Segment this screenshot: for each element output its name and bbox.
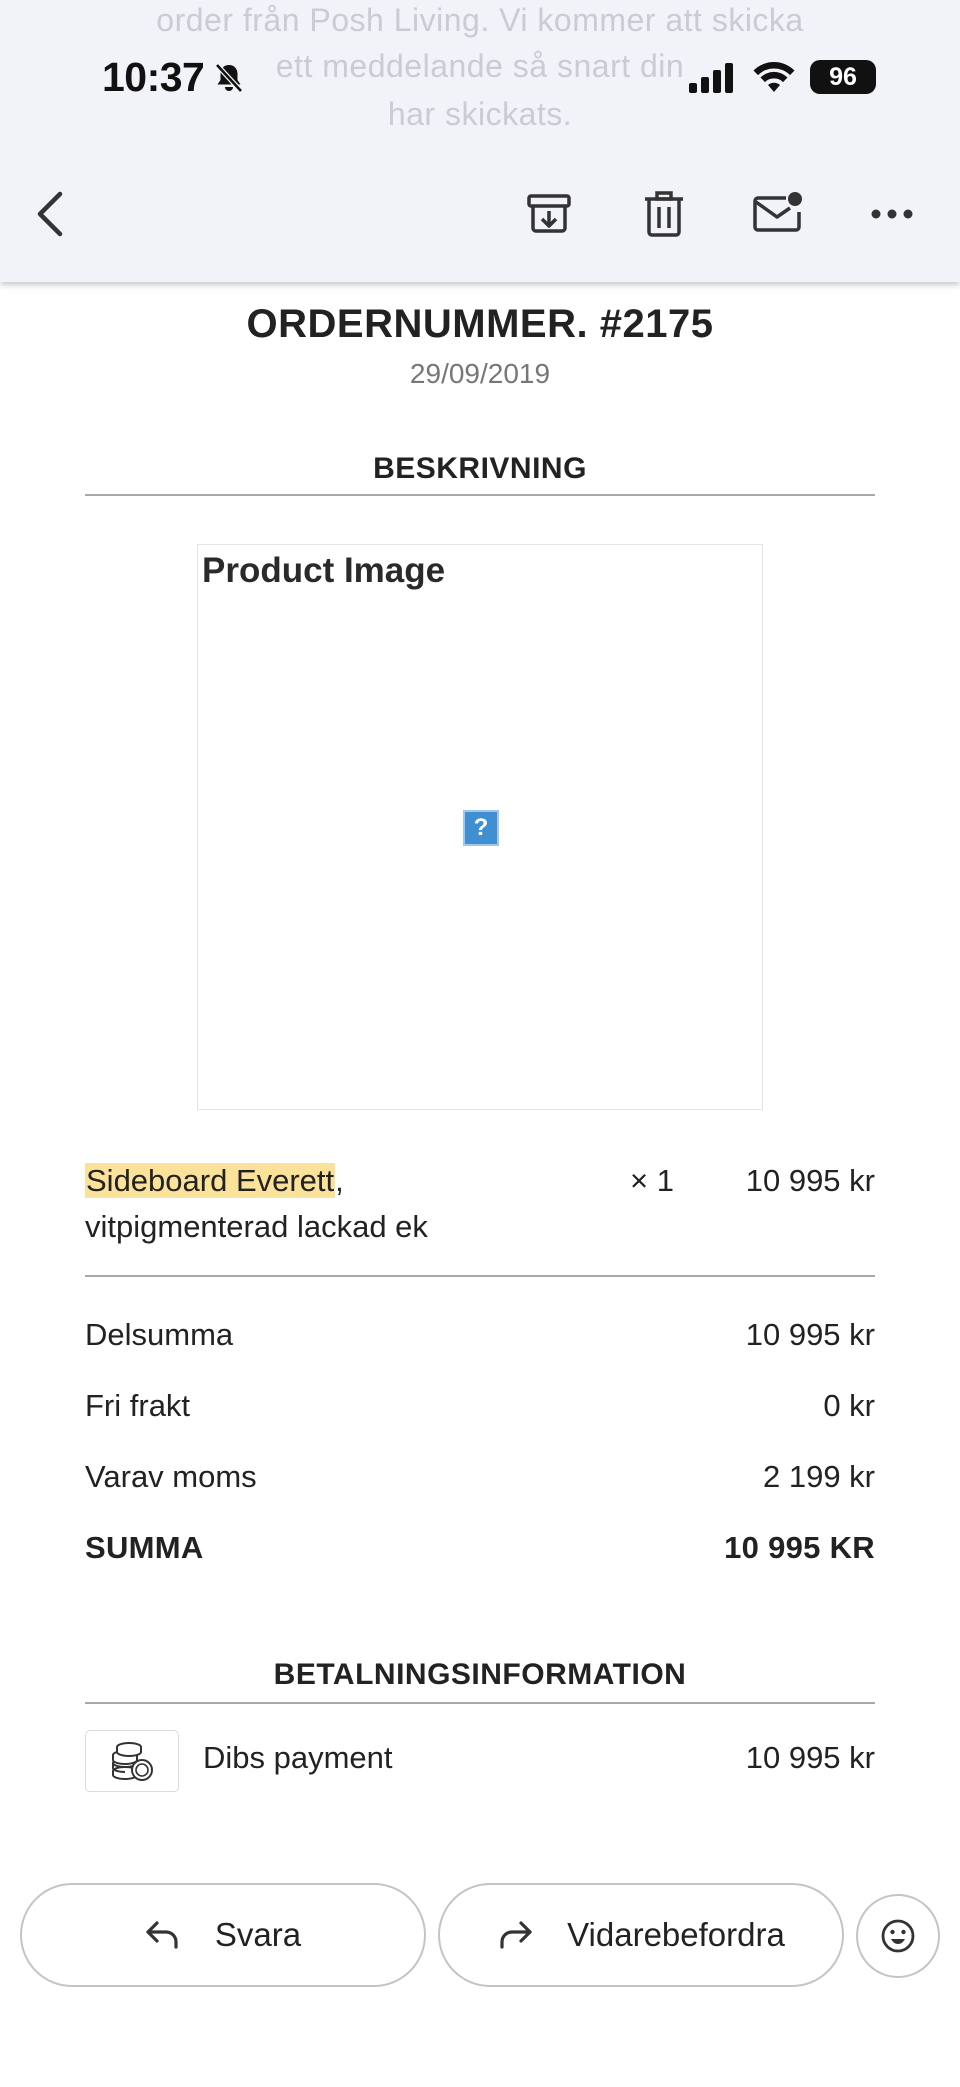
more-options-icon[interactable]	[862, 184, 922, 244]
item-price: 10 995 kr	[745, 1163, 875, 1198]
payment-row: Dibs payment 10 995 kr	[85, 1730, 875, 1792]
summary-label: Delsumma	[85, 1317, 234, 1352]
smiley-icon	[881, 1919, 915, 1953]
forward-button[interactable]: Vidarebefordra	[438, 1883, 844, 1987]
order-item: Sideboard Everett, vitpigmenterad lackad…	[85, 1158, 875, 1258]
mark-unread-icon[interactable]	[748, 184, 808, 244]
summary-label: Varav moms	[85, 1459, 257, 1494]
summary-label: SUMMA	[85, 1530, 204, 1565]
item-name-punctuation: ,	[335, 1163, 344, 1198]
status-time: 10:37	[102, 54, 205, 100]
back-arrow-icon[interactable]	[22, 184, 82, 244]
order-number-title: ORDERNUMMER. #2175	[246, 302, 714, 346]
broken-image-icon: ?	[463, 810, 499, 846]
trash-icon[interactable]	[634, 184, 694, 244]
forward-arrow-icon	[497, 1920, 533, 1950]
summary-value: 10 995 KR	[724, 1530, 875, 1565]
payment-method: Dibs payment	[203, 1740, 393, 1775]
summary-value: 10 995 kr	[745, 1317, 875, 1352]
item-description: Sideboard Everett, vitpigmenterad lackad…	[85, 1158, 428, 1250]
description-heading: BESKRIVNING	[85, 452, 875, 496]
product-image: Product Image ?	[197, 544, 763, 1110]
item-name: Sideboard Everett	[85, 1163, 336, 1198]
coins-icon	[85, 1730, 179, 1792]
summary-row-total: SUMMA 10 995 KR	[85, 1530, 875, 1580]
summary-row-shipping: Fri frakt 0 kr	[85, 1388, 875, 1438]
reply-arrow-icon	[145, 1920, 181, 1950]
divider	[85, 1275, 875, 1277]
email-view: order från Posh Living. Vi kommer att sk…	[0, 0, 960, 2087]
emoji-reaction-button[interactable]	[856, 1894, 940, 1978]
status-bar: 10:37 96	[0, 0, 960, 150]
item-quantity: × 1	[630, 1163, 674, 1198]
forward-label: Vidarebefordra	[567, 1916, 785, 1953]
cellular-signal-icon	[688, 62, 736, 99]
reply-button[interactable]: Svara	[20, 1883, 426, 1987]
battery-indicator: 96	[810, 60, 876, 94]
archive-icon[interactable]	[519, 184, 579, 244]
wifi-icon	[752, 58, 796, 99]
reply-label: Svara	[214, 1916, 302, 1953]
bell-slash-icon	[214, 62, 244, 99]
summary-value: 0 kr	[823, 1388, 875, 1423]
item-variant: vitpigmenterad lackad ek	[85, 1209, 428, 1244]
email-toolbar	[0, 170, 960, 260]
summary-row-subtotal: Delsumma 10 995 kr	[85, 1317, 875, 1367]
payment-heading: BETALNINGSINFORMATION	[85, 1658, 875, 1704]
summary-label: Fri frakt	[85, 1388, 191, 1423]
payment-amount: 10 995 kr	[745, 1740, 875, 1775]
summary-row-vat: Varav moms 2 199 kr	[85, 1459, 875, 1509]
product-image-alt-text: Product Image	[202, 551, 446, 590]
top-app-bar: order från Posh Living. Vi kommer att sk…	[0, 0, 960, 282]
order-date: 29/09/2019	[409, 358, 551, 389]
summary-value: 2 199 kr	[762, 1459, 875, 1494]
